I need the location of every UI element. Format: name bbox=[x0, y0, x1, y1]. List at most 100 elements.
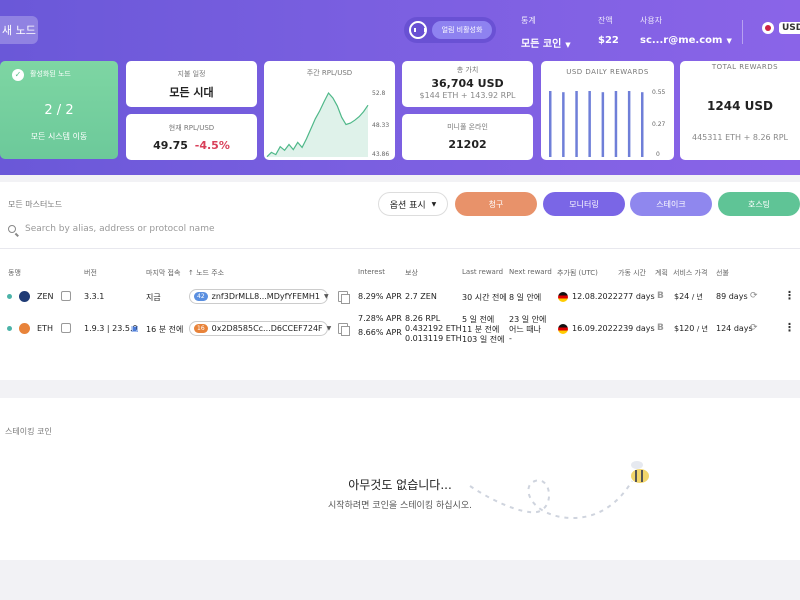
col-next-reward[interactable]: Next reward bbox=[509, 268, 552, 276]
col-interest[interactable]: Interest bbox=[358, 268, 385, 276]
section-title: 모든 마스터노드 bbox=[8, 200, 63, 209]
payment-schedule-card[interactable]: 지불 일정 모든 시대 bbox=[126, 61, 257, 107]
balance-value: $22 bbox=[598, 35, 619, 46]
header-divider bbox=[742, 20, 743, 44]
qr-icon[interactable] bbox=[61, 291, 71, 301]
search-placeholder: Search by alias, address or protocol nam… bbox=[25, 224, 215, 234]
node-address: 0x2D8585Cc...D6CCEF724F bbox=[211, 324, 323, 333]
col-added[interactable]: 추가됨 (UTC) bbox=[557, 268, 598, 278]
weekly-ytick: 43.86 bbox=[372, 151, 390, 158]
node-address-select[interactable]: 42 znf3DrMLL8...MDyfYFEMH1 ▼ bbox=[189, 289, 329, 304]
node-address-select[interactable]: 16 0x2D8585Cc...D6CCEF724F ▼ bbox=[189, 321, 331, 336]
search-input[interactable]: Search by alias, address or protocol nam… bbox=[8, 224, 215, 234]
darkmode-icon bbox=[409, 21, 427, 39]
user-menu[interactable]: 사용자 sc...r@me.com ▼ bbox=[640, 15, 732, 46]
added-date: 16.09.2022 bbox=[572, 324, 618, 333]
currency-flag-icon bbox=[762, 22, 774, 34]
total-rewards-sub: 445311 ETH + 8.26 RPL bbox=[691, 133, 789, 142]
germany-flag-icon bbox=[558, 292, 568, 302]
last-reward: 30 시간 전에 bbox=[462, 293, 507, 302]
stake-button[interactable]: 스테이크 bbox=[630, 192, 712, 216]
renew-icon[interactable]: ⟳ bbox=[750, 291, 758, 301]
zen-coin-icon bbox=[19, 291, 30, 302]
user-label: 사용자 bbox=[640, 16, 663, 25]
price-unit: / 년 bbox=[696, 325, 708, 333]
darkmode-toggle[interactable]: 얼림 비활성화 bbox=[404, 17, 496, 43]
daily-ytick: 0 bbox=[656, 151, 660, 158]
user-email: sc...r@me.com bbox=[640, 35, 723, 46]
address-badge: 42 bbox=[194, 292, 208, 301]
weekly-area bbox=[267, 93, 368, 157]
search-icon bbox=[8, 225, 16, 233]
copy-icon[interactable] bbox=[338, 291, 350, 304]
version: 1.9.3 | 23.5.0 bbox=[84, 324, 138, 333]
daily-bar bbox=[588, 91, 591, 157]
col-plan[interactable]: 계획 bbox=[655, 268, 668, 278]
chevron-down-icon: ▼ bbox=[726, 37, 732, 45]
options-label: 옵션 표시 bbox=[389, 200, 426, 211]
current-rpl-label: 현재 RPL/USD bbox=[168, 124, 215, 132]
masternodes-panel: 모든 마스터노드 옵션 표시 ▼ 청구 모니터링 스테이크 호스팅 Search… bbox=[0, 182, 800, 380]
interest-unit: APR bbox=[385, 328, 402, 337]
daily-bar bbox=[562, 92, 565, 157]
chevron-down-icon: ▼ bbox=[565, 41, 571, 49]
more-options-icon[interactable]: ⋮ bbox=[784, 289, 795, 302]
weekly-ytick: 52.8 bbox=[372, 90, 386, 97]
daily-rewards-card: USD DAILY REWARDS 0.55 0.27 0 bbox=[541, 61, 674, 160]
total-rewards-label: TOTAL REWARDS bbox=[711, 63, 779, 71]
col-reward[interactable]: 보상 bbox=[405, 268, 418, 278]
coin-name: ZEN bbox=[37, 292, 54, 301]
germany-flag-icon bbox=[558, 324, 568, 334]
price: $24 bbox=[674, 292, 690, 301]
col-status[interactable]: 동맹 bbox=[8, 268, 21, 278]
more-options-icon[interactable]: ⋮ bbox=[784, 321, 795, 334]
plan: B bbox=[657, 323, 664, 333]
total-value-label: 총 가치 bbox=[456, 66, 479, 74]
next-reward: 8 일 안에 bbox=[509, 293, 542, 302]
stats-value: 모든 코인 bbox=[521, 39, 562, 50]
status-dot bbox=[7, 294, 12, 299]
col-price[interactable]: 서비스 가격 bbox=[673, 268, 707, 278]
new-node-button[interactable]: 새 노드 bbox=[0, 16, 38, 44]
renew-icon[interactable]: ⟳ bbox=[750, 323, 758, 333]
node-address: znf3DrMLL8...MDyfYFEMH1 bbox=[211, 292, 320, 301]
added-date: 12.08.2022 bbox=[572, 292, 618, 301]
last-reward: 103 일 전에 bbox=[462, 335, 505, 344]
reward-unit: ETH bbox=[445, 334, 462, 343]
copy-icon[interactable] bbox=[338, 323, 350, 336]
col-last-contact[interactable]: 마지막 접속 bbox=[146, 268, 180, 278]
reward: 0.013119 bbox=[405, 334, 444, 343]
col-last-reward[interactable]: Last reward bbox=[462, 268, 503, 276]
active-nodes-sub: 모든 시스템 이동 bbox=[30, 132, 88, 141]
col-version[interactable]: 버전 bbox=[84, 268, 97, 278]
hosting-button[interactable]: 호스팅 bbox=[718, 192, 800, 216]
prepaid: 89 days bbox=[716, 292, 748, 301]
col-node-address[interactable]: ↑ 노드 주소 bbox=[188, 268, 224, 278]
monitoring-button[interactable]: 모니터링 bbox=[543, 192, 625, 216]
minipool-label: 미니풀 온라인 bbox=[447, 123, 488, 131]
active-nodes-label: 활성화된 노드 bbox=[30, 70, 71, 78]
uptime: 277 days bbox=[618, 292, 655, 301]
interest: 7.28% bbox=[358, 314, 384, 323]
currency-selector[interactable]: USD bbox=[762, 22, 800, 34]
col-uptime[interactable]: 가동 시간 bbox=[618, 268, 646, 278]
show-options-button[interactable]: 옵션 표시 ▼ bbox=[378, 192, 448, 216]
payment-schedule-value: 모든 시대 bbox=[169, 86, 214, 99]
interest-unit: APR bbox=[385, 314, 402, 323]
active-nodes-card[interactable]: ✓ 활성화된 노드 2 / 2 모든 시스템 이동 bbox=[0, 61, 118, 159]
address-badge: 16 bbox=[194, 324, 208, 333]
currency-code: USD bbox=[779, 22, 800, 34]
daily-ytick: 0.55 bbox=[652, 89, 666, 96]
qr-icon[interactable] bbox=[61, 323, 71, 333]
payment-schedule-label: 지불 일정 bbox=[177, 70, 206, 78]
daily-bar bbox=[627, 91, 631, 157]
stats-selector[interactable]: 통계 모든 코인 ▼ bbox=[521, 15, 571, 50]
last-contact: 16 분 전에 bbox=[146, 325, 184, 334]
claim-button[interactable]: 청구 bbox=[455, 192, 537, 216]
total-rewards-value: 1244 USD bbox=[707, 99, 773, 113]
chevron-down-icon: ▼ bbox=[431, 200, 437, 208]
divider bbox=[0, 248, 800, 249]
col-prepaid[interactable]: 선불 bbox=[716, 268, 729, 278]
reward-unit: ZEN bbox=[420, 292, 437, 301]
prepaid: 124 days bbox=[716, 324, 753, 333]
